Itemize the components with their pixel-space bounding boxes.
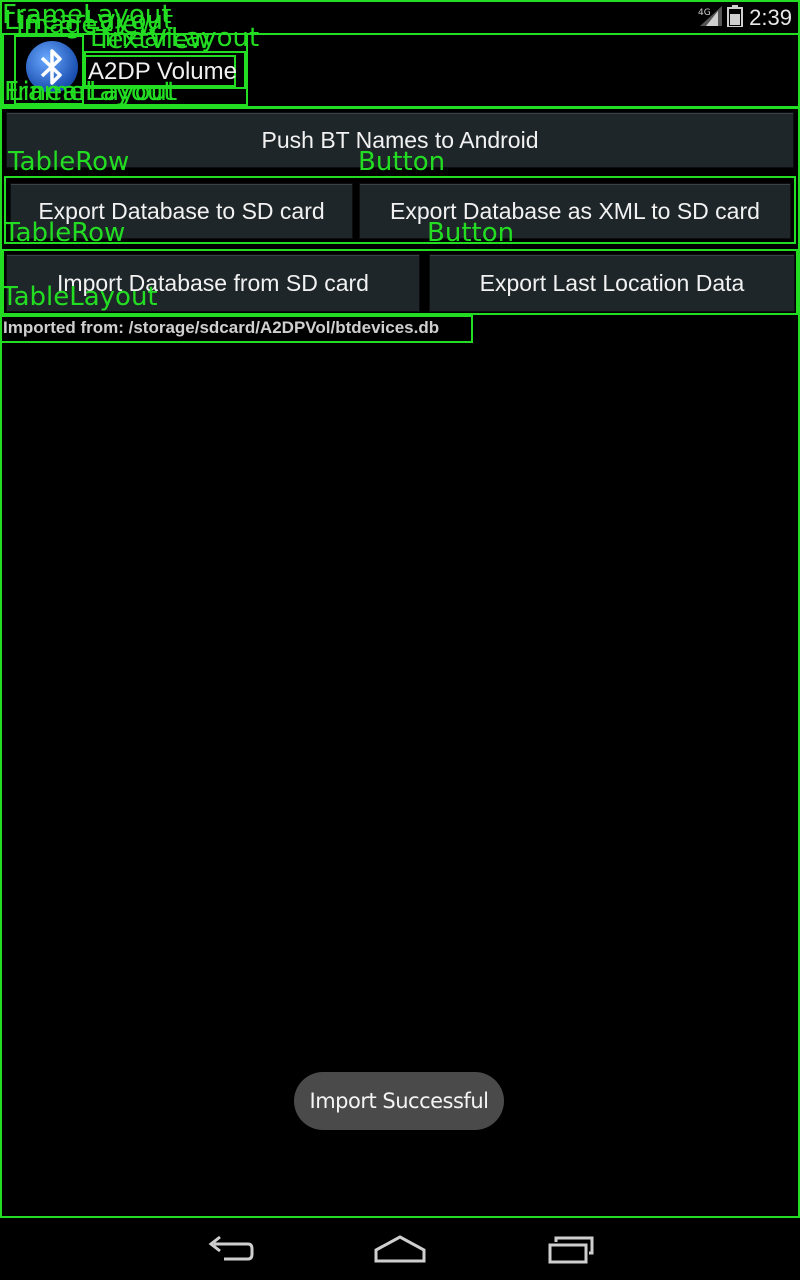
recents-icon[interactable]: [544, 1234, 600, 1264]
export-database-sd-button[interactable]: Export Database to SD card: [10, 183, 353, 239]
app-title: A2DP Volume: [88, 58, 237, 85]
home-icon[interactable]: [372, 1234, 428, 1264]
export-database-xml-button[interactable]: Export Database as XML to SD card: [359, 183, 791, 239]
navigation-bar: [0, 1218, 800, 1280]
import-path-text: Imported from: /storage/sdcard/A2DPVol/b…: [3, 318, 440, 337]
bluetooth-icon: [26, 41, 78, 93]
push-bt-names-button[interactable]: Push BT Names to Android: [6, 112, 794, 168]
toast-message: Import Successful: [294, 1072, 504, 1130]
import-database-sd-button[interactable]: Import Database from SD card: [6, 254, 420, 312]
app-icon-frame[interactable]: [14, 35, 84, 105]
export-last-location-button[interactable]: Export Last Location Data: [429, 254, 795, 312]
back-icon[interactable]: [202, 1234, 258, 1264]
